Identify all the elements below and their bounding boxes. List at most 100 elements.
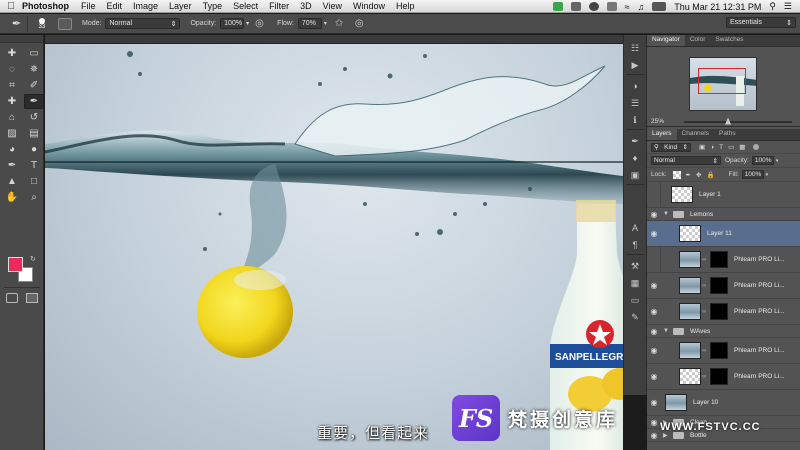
- lock-position-icon[interactable]: ✥: [696, 171, 701, 179]
- menubar-clock[interactable]: Thu Mar 21 12:31 PM: [674, 2, 761, 12]
- tab-swatches[interactable]: Swatches: [710, 35, 748, 46]
- layer-row[interactable]: ∞ Phlearn PRO Li...: [647, 247, 800, 273]
- swatches-grid-icon[interactable]: ▦: [628, 278, 642, 289]
- layer-row[interactable]: ◉ ∞ Phlearn PRO Li...: [647, 273, 800, 299]
- move-icon[interactable]: ✚: [2, 46, 22, 61]
- app-menu[interactable]: Photoshop: [22, 1, 69, 11]
- menu-view[interactable]: View: [323, 1, 342, 11]
- history-brush-icon[interactable]: ↺: [24, 110, 44, 125]
- notification-icon[interactable]: ☰: [784, 1, 792, 12]
- tab-layers[interactable]: Layers: [647, 129, 677, 140]
- history-icon[interactable]: ☷: [628, 43, 642, 54]
- flow-field[interactable]: 70%: [297, 18, 322, 29]
- chevron-down-icon[interactable]: ▼: [663, 328, 670, 334]
- opacity-slider-arrow-icon[interactable]: ▾: [776, 158, 779, 164]
- menu-3d[interactable]: 3D: [300, 1, 312, 11]
- display-icon[interactable]: [570, 2, 581, 11]
- layer-row[interactable]: Layer 1: [647, 182, 800, 208]
- brush-icon[interactable]: ✒: [24, 94, 44, 109]
- brush-panel-toggle[interactable]: [58, 17, 72, 30]
- menu-select[interactable]: Select: [233, 1, 258, 11]
- eyedropper-icon[interactable]: ✐: [24, 78, 44, 93]
- menu-window[interactable]: Window: [353, 1, 385, 11]
- foreground-color-swatch[interactable]: [8, 257, 23, 272]
- blur-icon[interactable]: ◕: [2, 142, 22, 157]
- lock-pixels-icon[interactable]: ✒: [686, 171, 691, 179]
- gradient-icon[interactable]: ▤: [24, 126, 44, 141]
- workspace-dropdown[interactable]: Essentials ⇕: [726, 17, 796, 28]
- info-icon[interactable]: ℹ: [628, 115, 642, 126]
- layer-row[interactable]: ◉ ∞ Phlearn PRO Li...: [647, 364, 800, 390]
- volume-icon[interactable]: ♫: [638, 2, 645, 12]
- path-select-icon[interactable]: ▲: [2, 174, 22, 189]
- pressure-opacity-icon[interactable]: ◎: [255, 18, 267, 30]
- hand-icon[interactable]: ✋: [2, 190, 22, 205]
- clone-stamp-icon[interactable]: ⌂: [2, 110, 22, 125]
- link-icon[interactable]: ∞: [702, 257, 707, 263]
- layer-mask-thumbnail[interactable]: [710, 342, 728, 359]
- layer-group-row[interactable]: ◉ ▼ Lemons: [647, 208, 800, 221]
- eye-icon[interactable]: ◉: [647, 372, 661, 381]
- filter-toggle-icon[interactable]: [753, 144, 760, 150]
- filter-adjustment-icon[interactable]: ◑: [710, 144, 714, 151]
- filter-smart-object-icon[interactable]: ▦: [739, 143, 745, 151]
- lasso-icon[interactable]: ◌: [2, 62, 22, 77]
- tool-preset-picker[interactable]: ✒: [6, 15, 28, 32]
- chevron-down-icon[interactable]: ▼: [663, 211, 670, 217]
- menu-help[interactable]: Help: [396, 1, 415, 11]
- link-icon[interactable]: ∞: [702, 348, 707, 354]
- menu-type[interactable]: Type: [203, 1, 223, 11]
- toolbox-grip[interactable]: [0, 35, 43, 43]
- crop-icon[interactable]: ⌗: [2, 78, 22, 93]
- link-icon[interactable]: ∞: [702, 309, 707, 315]
- brush-presets-icon[interactable]: ✒: [628, 136, 642, 147]
- lock-transparency-icon[interactable]: [672, 170, 681, 179]
- zoom-value[interactable]: 25%: [651, 118, 664, 125]
- evernote-icon[interactable]: [552, 2, 563, 11]
- layer-mask-thumbnail[interactable]: [710, 368, 728, 385]
- dropbox-icon[interactable]: [588, 2, 599, 11]
- character-icon[interactable]: A: [628, 223, 642, 234]
- eye-icon[interactable]: ◉: [647, 281, 661, 290]
- menu-edit[interactable]: Edit: [107, 1, 123, 11]
- tab-navigator[interactable]: Navigator: [647, 35, 685, 46]
- type-icon[interactable]: T: [24, 158, 44, 173]
- swap-colors-icon[interactable]: ↻: [30, 255, 36, 263]
- quick-select-icon[interactable]: ✵: [24, 62, 44, 77]
- healing-icon[interactable]: ✚: [2, 94, 22, 109]
- visibility-empty[interactable]: [647, 182, 661, 207]
- document-canvas[interactable]: SANPELLEGRINO: [45, 44, 623, 450]
- visibility-empty[interactable]: [647, 247, 661, 272]
- tool-presets-icon[interactable]: ⚒: [628, 261, 642, 272]
- eye-icon[interactable]: ◉: [647, 210, 661, 219]
- opacity-field[interactable]: 100%: [220, 18, 245, 29]
- eye-icon[interactable]: ◉: [647, 346, 661, 355]
- quick-mask-icon[interactable]: [6, 293, 18, 303]
- screen-mode-icon[interactable]: [26, 293, 38, 303]
- styles-icon[interactable]: ▣: [628, 170, 642, 181]
- navigator-thumbnail[interactable]: [689, 57, 757, 111]
- wifi-icon[interactable]: ≈: [625, 2, 630, 12]
- eye-icon[interactable]: ◉: [647, 327, 661, 336]
- link-icon[interactable]: ∞: [702, 283, 707, 289]
- zoom-slider-knob[interactable]: [725, 117, 732, 125]
- airbrush-icon[interactable]: ✩: [335, 18, 347, 30]
- layer-row[interactable]: ◉ ∞ Phlearn PRO Li...: [647, 299, 800, 325]
- layer-opacity-field[interactable]: 100%: [751, 156, 774, 165]
- notes-icon[interactable]: ✎: [628, 312, 642, 323]
- zoom-slider[interactable]: [684, 117, 792, 125]
- lock-all-icon[interactable]: 🔒: [706, 171, 714, 179]
- properties-icon[interactable]: ☰: [628, 98, 642, 109]
- marquee-icon[interactable]: ▭: [24, 46, 44, 61]
- layer-mask-thumbnail[interactable]: [710, 277, 728, 294]
- menu-layer[interactable]: Layer: [169, 1, 192, 11]
- filter-pixel-icon[interactable]: ▣: [699, 143, 705, 151]
- actions-icon[interactable]: ▶: [628, 60, 642, 71]
- battery-icon[interactable]: [652, 2, 667, 11]
- fill-field[interactable]: 100%: [741, 170, 764, 179]
- adjustments-icon[interactable]: ◑: [628, 81, 642, 92]
- tab-channels[interactable]: Channels: [677, 129, 714, 140]
- layer-group-row[interactable]: ◉ ▼ WAves: [647, 325, 800, 338]
- menu-file[interactable]: File: [81, 1, 96, 11]
- brush-preset-picker[interactable]: 33: [32, 16, 52, 32]
